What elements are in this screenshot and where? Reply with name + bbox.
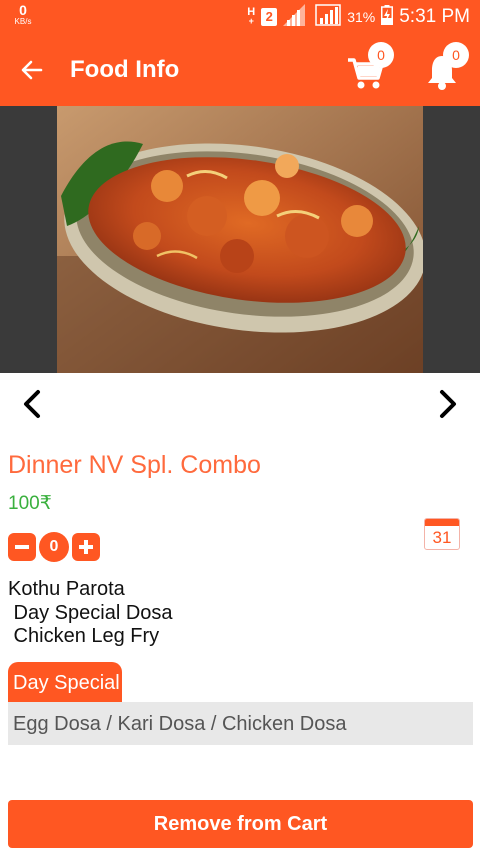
notification-button[interactable]: 0 xyxy=(422,42,469,90)
signal-icon xyxy=(283,3,309,31)
network-speed-value: 0 xyxy=(19,2,27,18)
app-bar: Food Info 0 0 xyxy=(0,34,480,106)
next-image-button[interactable] xyxy=(428,384,468,424)
calendar-icon xyxy=(425,519,459,526)
cart-button[interactable]: 0 xyxy=(346,42,394,90)
chevron-left-icon xyxy=(24,390,40,418)
notification-count-badge: 0 xyxy=(443,42,469,68)
day-special-options[interactable]: Egg Dosa / Kari Dosa / Chicken Dosa xyxy=(8,702,473,745)
network-type-indicator: H + xyxy=(247,7,255,26)
day-special-tab[interactable]: Day Special xyxy=(8,662,122,702)
dish-name: Dinner NV Spl. Combo xyxy=(8,451,261,479)
food-image-carousel[interactable] xyxy=(0,106,480,373)
back-button[interactable] xyxy=(14,52,50,88)
page-title: Food Info xyxy=(70,56,180,83)
status-icons: H + 2 31% 5:31 PM xyxy=(247,3,470,31)
cart-count-badge: 0 xyxy=(368,42,394,68)
increase-quantity-button[interactable] xyxy=(72,533,100,561)
clock: 5:31 PM xyxy=(399,6,470,27)
network-speed: 0 KB/s xyxy=(8,3,38,26)
calendar-day: 31 xyxy=(432,528,452,547)
quantity-stepper: 0 xyxy=(8,532,100,562)
status-bar: 0 KB/s H + 2 31% 5:31 PM xyxy=(0,0,480,34)
plus-icon xyxy=(79,540,93,554)
battery-percent: 31% xyxy=(347,9,376,25)
food-photo xyxy=(57,106,423,373)
chevron-right-icon xyxy=(440,390,456,418)
battery-charging-icon xyxy=(381,4,394,30)
remove-from-cart-button[interactable]: Remove from Cart xyxy=(8,800,473,848)
decrease-quantity-button[interactable] xyxy=(8,533,36,561)
arrow-left-icon xyxy=(21,60,43,80)
minus-icon xyxy=(15,545,29,549)
quantity-value: 0 xyxy=(39,532,69,562)
sim-slot-badge: 2 xyxy=(261,8,278,26)
previous-image-button[interactable] xyxy=(12,384,52,424)
network-type-sub: + xyxy=(248,16,254,26)
signal-icon-secondary xyxy=(315,3,341,31)
calendar-button[interactable]: 31 xyxy=(424,518,460,550)
combo-items: Kothu Parota Day Special Dosa Chicken Le… xyxy=(8,578,173,647)
network-speed-unit: KB/s xyxy=(14,17,32,26)
dish-price: 100₹ xyxy=(8,493,52,514)
